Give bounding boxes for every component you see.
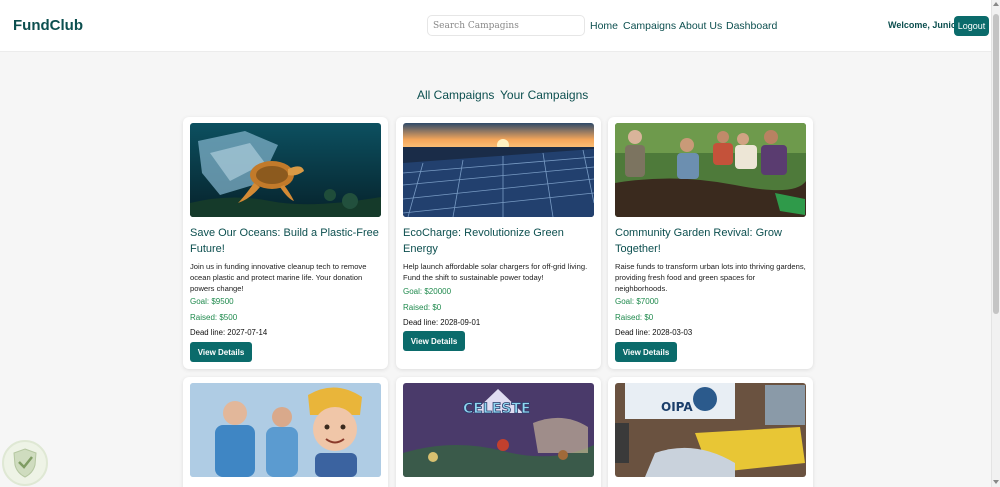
scroll-down-arrow-icon[interactable]: [993, 480, 999, 484]
nav-home[interactable]: Home: [590, 20, 618, 32]
oipa-table-icon: OIPA: [615, 383, 806, 477]
sea-turtle-plastic-icon: [190, 123, 381, 217]
campaign-card: EcoCharge: Revolutionize Green Energy He…: [396, 117, 601, 369]
security-badge: [2, 440, 48, 486]
campaign-description: Raise funds to transform urban lots into…: [615, 262, 806, 293]
navbar: FundClub Home Campaigns About Us Dashboa…: [0, 0, 1000, 52]
oipa-sign-text: OIPA: [661, 400, 693, 414]
scroll-up-arrow-icon[interactable]: [993, 2, 999, 6]
shield-check-icon: [13, 448, 37, 478]
celeste-game-art-icon: CELESTE: [403, 383, 594, 477]
campaign-deadline: Dead line: 2027-07-14: [190, 328, 268, 337]
campaign-title[interactable]: Save Our Oceans: Build a Plastic-Free Fu…: [190, 225, 382, 257]
campaign-card: [183, 377, 388, 487]
view-details-button[interactable]: View Details: [615, 342, 677, 362]
page-scrollbar[interactable]: [991, 0, 1000, 487]
campaign-image-solar-panels: [403, 123, 594, 217]
campaign-card: Community Garden Revival: Grow Together!…: [608, 117, 813, 369]
solar-panels-icon: [403, 123, 594, 217]
welcome-text: Welcome, Junior: [888, 20, 960, 30]
view-details-button[interactable]: View Details: [403, 331, 465, 351]
campaign-goal: Goal: $7000: [615, 297, 659, 306]
nav-campaigns[interactable]: Campaigns: [623, 20, 676, 32]
nav-dashboard[interactable]: Dashboard: [726, 20, 777, 32]
campaign-description: Help launch affordable solar chargers fo…: [403, 262, 588, 282]
logout-button[interactable]: Logout: [954, 16, 989, 36]
campaign-raised: Raised: $0: [615, 313, 654, 322]
campaign-card: CELESTE: [396, 377, 601, 487]
campaign-goal: Goal: $9500: [190, 297, 234, 306]
celeste-logo-text: CELESTE: [463, 401, 531, 417]
view-details-button[interactable]: View Details: [190, 342, 252, 362]
scroll-thumb[interactable]: [993, 14, 999, 314]
campaign-title[interactable]: EcoCharge: Revolutionize Green Energy: [403, 225, 595, 257]
tab-your-campaigns[interactable]: Your Campaigns: [500, 88, 588, 102]
campaign-image-garden: [615, 123, 806, 217]
campaign-image-celeste: CELESTE: [403, 383, 594, 477]
campaign-card: Save Our Oceans: Build a Plastic-Free Fu…: [183, 117, 388, 369]
brand-logo[interactable]: FundClub: [13, 17, 83, 34]
campaign-goal: Goal: $20000: [403, 287, 452, 296]
campaign-deadline: Dead line: 2028-09-01: [403, 318, 481, 327]
campaign-image-hospital-child: [190, 383, 381, 477]
campaign-image-sea-turtle: [190, 123, 381, 217]
tab-all-campaigns[interactable]: All Campaigns: [417, 88, 494, 102]
campaign-card: OIPA: [608, 377, 813, 487]
campaign-raised: Raised: $0: [403, 303, 442, 312]
campaign-image-oipa: OIPA: [615, 383, 806, 477]
community-garden-icon: [615, 123, 806, 217]
nav-about[interactable]: About Us: [679, 20, 722, 32]
campaign-raised: Raised: $500: [190, 313, 238, 322]
campaign-deadline: Dead line: 2028-03-03: [615, 328, 693, 337]
hospital-child-icon: [190, 383, 381, 477]
campaign-description: Join us in funding innovative cleanup te…: [190, 262, 367, 293]
campaign-title[interactable]: Community Garden Revival: Grow Together!: [615, 225, 807, 257]
search-input[interactable]: [427, 15, 585, 36]
